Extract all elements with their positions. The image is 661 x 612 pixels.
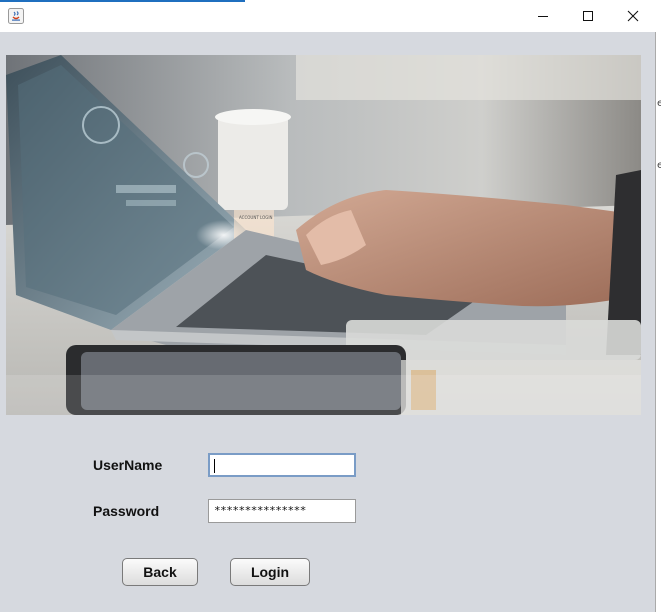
edge-glyph-2: e xyxy=(657,160,661,171)
maximize-button[interactable] xyxy=(565,0,611,32)
text-caret xyxy=(214,459,215,473)
hero-overlay-text: ACCOUNT LOGIN xyxy=(239,215,273,220)
title-bar[interactable] xyxy=(0,0,656,32)
close-button[interactable] xyxy=(610,0,656,32)
password-label: Password xyxy=(93,503,160,519)
password-value: *************** xyxy=(214,504,306,517)
close-icon xyxy=(627,10,639,22)
password-input[interactable]: *************** xyxy=(208,499,356,523)
title-accent-strip xyxy=(0,0,245,2)
login-window: ACCOUNT LOGIN UserName Password ********… xyxy=(0,0,656,612)
back-button[interactable]: Back xyxy=(122,558,198,586)
laptop-photo: ACCOUNT LOGIN xyxy=(6,55,641,415)
background-window-edge: e e xyxy=(657,32,661,612)
minimize-icon xyxy=(538,16,548,17)
edge-glyph-1: e xyxy=(657,98,661,109)
maximize-icon xyxy=(583,11,593,21)
hero-image: ACCOUNT LOGIN xyxy=(6,55,641,415)
login-button[interactable]: Login xyxy=(230,558,310,586)
java-app-icon xyxy=(8,8,24,24)
username-input[interactable] xyxy=(208,453,356,477)
username-label: UserName xyxy=(93,457,163,473)
minimize-button[interactable] xyxy=(520,0,566,32)
